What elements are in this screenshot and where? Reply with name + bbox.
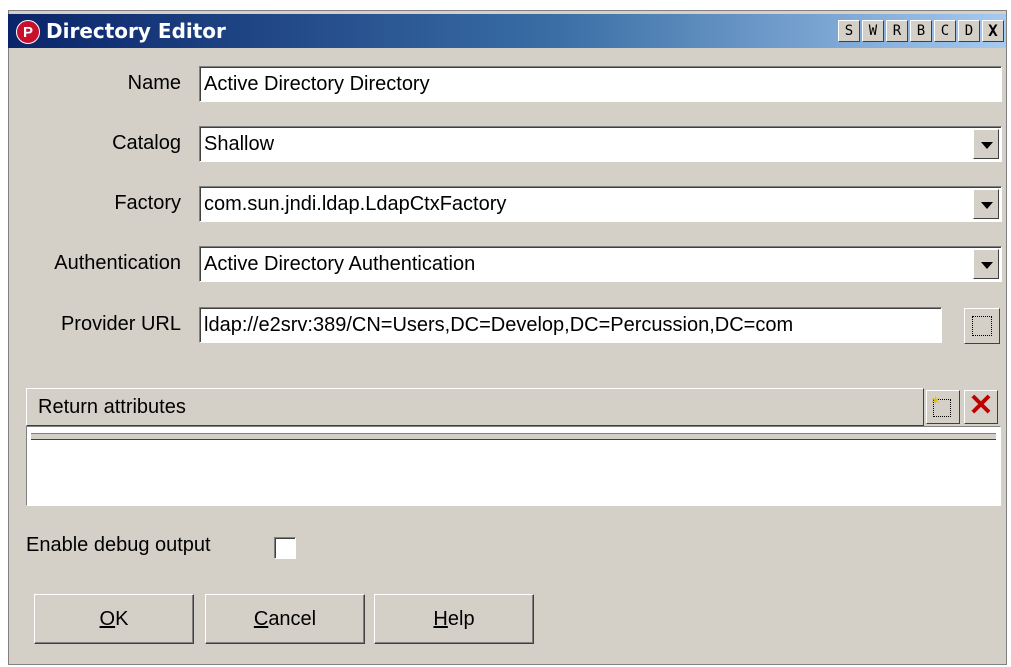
cancel-mnemonic: C xyxy=(253,608,269,630)
catalog-select[interactable]: Shallow xyxy=(199,126,1002,162)
name-label: Name xyxy=(127,72,181,94)
titlebar-button-w[interactable]: W xyxy=(862,20,884,42)
chevron-down-icon[interactable] xyxy=(973,129,999,159)
help-label: elp xyxy=(447,608,475,630)
catalog-select-value: Shallow xyxy=(204,133,275,155)
authentication-label: Authentication xyxy=(54,252,181,274)
sparkle-icon: ✶ xyxy=(930,393,941,408)
authentication-select[interactable]: Active Directory Authentication xyxy=(199,246,1002,282)
browse-icon xyxy=(972,316,992,336)
factory-select-value: com.sun.jndi.ldap.LdapCtxFactory xyxy=(204,193,507,215)
titlebar-button-r[interactable]: R xyxy=(886,20,908,42)
provider-url-label: Provider URL xyxy=(60,313,181,335)
table-column-header xyxy=(31,433,996,440)
titlebar-button-b[interactable]: B xyxy=(910,20,932,42)
help-button[interactable]: Help xyxy=(374,594,534,644)
cancel-label: ancel xyxy=(268,608,317,630)
chevron-down-icon[interactable] xyxy=(973,189,999,219)
ok-mnemonic: O xyxy=(99,608,116,630)
close-button[interactable]: X xyxy=(982,20,1004,42)
factory-label: Factory xyxy=(114,192,181,214)
browse-button[interactable] xyxy=(964,308,1000,344)
name-field[interactable]: Active Directory Directory xyxy=(199,66,1002,102)
help-mnemonic: H xyxy=(433,608,448,630)
title-bar[interactable]: P Directory Editor S W R B C D X xyxy=(8,14,1006,48)
titlebar-button-s[interactable]: S xyxy=(838,20,860,42)
percussion-logo-icon: P xyxy=(16,20,40,44)
return-attributes-header[interactable]: Return attributes xyxy=(26,388,924,426)
cancel-button[interactable]: Cancel xyxy=(205,594,365,644)
window-title: Directory Editor xyxy=(46,19,226,43)
chevron-down-icon[interactable] xyxy=(973,249,999,279)
ok-label: K xyxy=(115,608,129,630)
enable-debug-checkbox[interactable] xyxy=(274,537,296,559)
titlebar-button-c[interactable]: C xyxy=(934,20,956,42)
provider-url-field[interactable]: ldap://e2srv:389/CN=Users,DC=Develop,DC=… xyxy=(199,307,942,343)
delete-row-button[interactable]: ✕ xyxy=(964,390,998,424)
add-row-button[interactable]: ✶ xyxy=(926,390,960,424)
authentication-select-value: Active Directory Authentication xyxy=(204,253,476,275)
ok-button[interactable]: OK xyxy=(34,594,194,644)
return-attributes-table[interactable] xyxy=(26,426,1001,506)
delete-x-icon: ✕ xyxy=(968,389,994,422)
enable-debug-label: Enable debug output xyxy=(26,534,211,556)
catalog-label: Catalog xyxy=(112,132,181,154)
titlebar-button-d[interactable]: D xyxy=(958,20,980,42)
factory-select[interactable]: com.sun.jndi.ldap.LdapCtxFactory xyxy=(199,186,1002,222)
titlebar-buttons: S W R B C D X xyxy=(838,20,1004,42)
